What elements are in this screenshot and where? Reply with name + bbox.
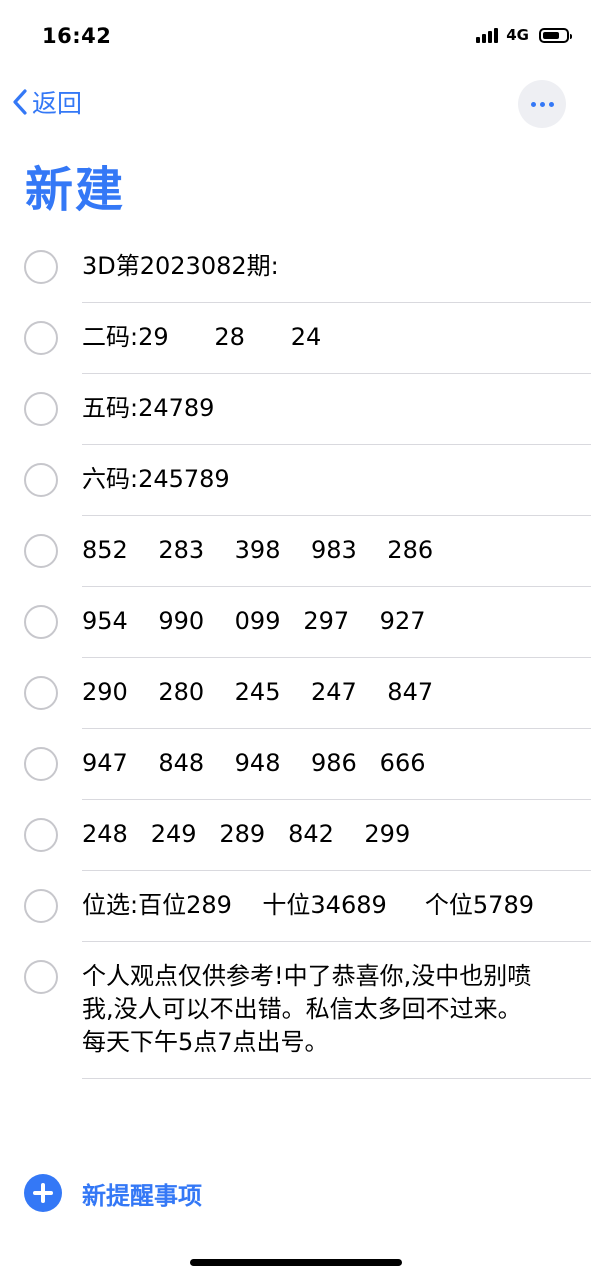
reminder-list: 3D第2023082期: 二码:29 28 24 五码:24789 六码:245…	[0, 232, 591, 1079]
reminder-text[interactable]: 3D第2023082期:	[82, 250, 541, 283]
reminder-item: 六码:245789	[0, 445, 591, 516]
reminder-item: 位选:百位289 十位34689 个位5789	[0, 871, 591, 942]
home-indicator[interactable]	[190, 1259, 402, 1266]
reminder-item: 二码:29 28 24	[0, 303, 591, 374]
reminder-text[interactable]: 个人观点仅供参考!中了恭喜你,没中也别喷我,没人可以不出错。私信太多回不过来。每…	[82, 960, 541, 1059]
complete-checkbox[interactable]	[24, 463, 58, 497]
reminder-text[interactable]: 248 249 289 842 299	[82, 818, 541, 851]
complete-checkbox[interactable]	[24, 747, 58, 781]
complete-checkbox[interactable]	[24, 392, 58, 426]
more-dot-icon	[530, 101, 536, 107]
new-reminder-button[interactable]: 新提醒事项	[24, 1174, 202, 1212]
complete-checkbox[interactable]	[24, 818, 58, 852]
complete-checkbox[interactable]	[24, 534, 58, 568]
plus-circle-icon	[24, 1174, 62, 1212]
back-label: 返回	[32, 89, 83, 118]
reminder-text[interactable]: 954 990 099 297 927	[82, 605, 541, 638]
complete-checkbox[interactable]	[24, 605, 58, 639]
reminder-text[interactable]: 位选:百位289 十位34689 个位5789	[82, 889, 541, 922]
reminder-text[interactable]: 六码:245789	[82, 463, 541, 496]
new-reminder-label: 新提醒事项	[82, 1181, 202, 1210]
reminder-text[interactable]: 852 283 398 983 286	[82, 534, 541, 567]
status-bar: 16:42 4G	[0, 0, 591, 72]
more-dot-icon	[539, 101, 545, 107]
reminder-item: 290 280 245 247 847	[0, 658, 591, 729]
status-indicators: 4G	[476, 26, 572, 44]
reminder-text[interactable]: 947 848 948 986 666	[82, 747, 541, 780]
reminder-text[interactable]: 二码:29 28 24	[82, 321, 541, 354]
complete-checkbox[interactable]	[24, 321, 58, 355]
chevron-left-icon	[13, 89, 27, 115]
list-title: 新建	[25, 162, 126, 218]
cellular-signal-icon	[476, 27, 499, 43]
status-time: 16:42	[42, 24, 112, 48]
more-options-button[interactable]	[518, 80, 566, 128]
back-button[interactable]: 返回	[12, 84, 82, 120]
complete-checkbox[interactable]	[24, 676, 58, 710]
reminder-item: 个人观点仅供参考!中了恭喜你,没中也别喷我,没人可以不出错。私信太多回不过来。每…	[0, 942, 591, 1079]
reminder-text[interactable]: 290 280 245 247 847	[82, 676, 541, 709]
reminder-item: 五码:24789	[0, 374, 591, 445]
reminder-item: 3D第2023082期:	[0, 232, 591, 303]
more-dot-icon	[548, 101, 554, 107]
complete-checkbox[interactable]	[24, 250, 58, 284]
complete-checkbox[interactable]	[24, 889, 58, 923]
navigation-bar: 返回	[0, 76, 591, 136]
complete-checkbox[interactable]	[24, 960, 58, 994]
battery-icon	[539, 27, 572, 43]
network-type: 4G	[506, 26, 529, 44]
reminder-item: 248 249 289 842 299	[0, 800, 591, 871]
reminder-text[interactable]: 五码:24789	[82, 392, 541, 425]
reminder-item: 852 283 398 983 286	[0, 516, 591, 587]
reminder-item: 954 990 099 297 927	[0, 587, 591, 658]
reminder-item: 947 848 948 986 666	[0, 729, 591, 800]
